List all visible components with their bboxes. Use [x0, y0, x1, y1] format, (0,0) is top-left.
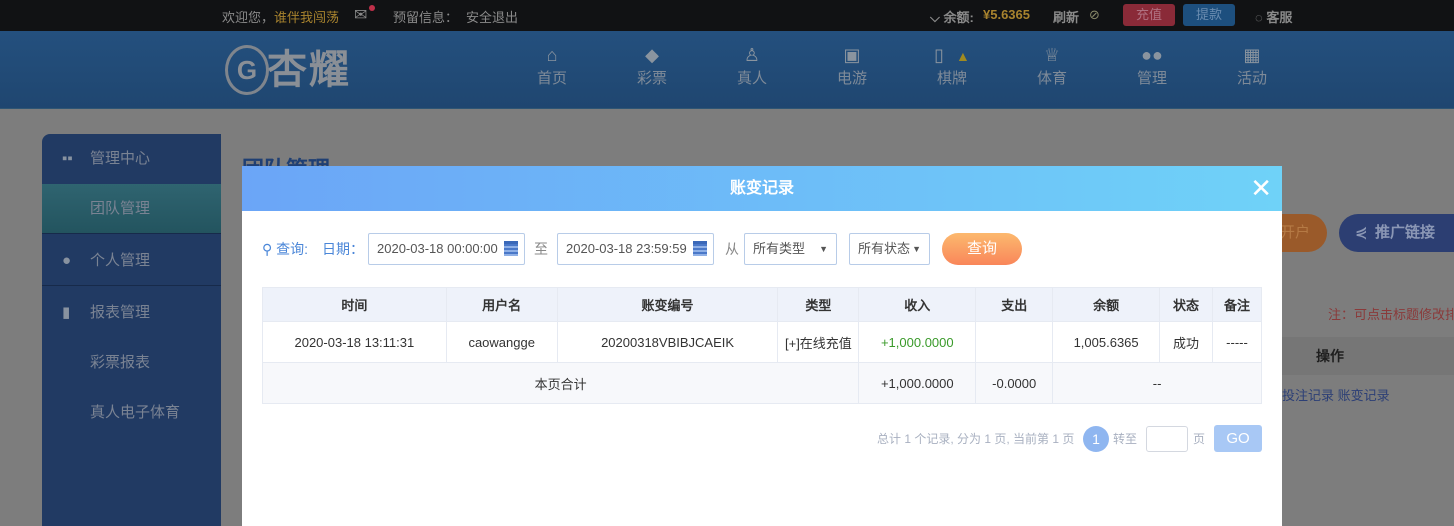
users-icon: ▪▪: [62, 150, 73, 167]
nav-promo[interactable]: ▦ 活动: [1222, 45, 1282, 88]
nav-chess[interactable]: ▯ ▲ 棋牌: [922, 45, 982, 88]
share-icon: ⋞: [1355, 224, 1368, 241]
column-header[interactable]: 备注: [1212, 287, 1262, 322]
eye-off-icon[interactable]: ⊘: [1089, 7, 1100, 23]
table-header-row: 时间 用户名 账变编号 类型 收入 支出 余额 状态 备注: [262, 287, 1262, 322]
balance-value: ¥5.6365: [983, 7, 1030, 22]
column-header[interactable]: 余额: [1052, 287, 1161, 322]
sidebar-item-live-report[interactable]: 真人电子体育: [42, 388, 221, 438]
column-header[interactable]: 收入: [858, 287, 977, 322]
column-header[interactable]: 账变编号: [556, 287, 779, 322]
summary-income: +1,000.0000: [858, 362, 977, 404]
summary-row: 本页合计 +1,000.0000 -0.0000 --: [261, 362, 1262, 404]
summary-expense: -0.0000: [975, 362, 1054, 404]
mahjong-icon: ▯ ▲: [934, 45, 970, 65]
cell-income: +1,000.0000: [858, 321, 977, 363]
nav-manage[interactable]: ●● 管理: [1122, 45, 1182, 88]
refresh-button[interactable]: 刷新: [1053, 7, 1079, 26]
document-icon: ▮: [62, 304, 71, 321]
withdraw-button[interactable]: 提款: [1183, 4, 1235, 26]
chat-icon: ◌: [1255, 10, 1263, 25]
date-from-input[interactable]: 2020-03-18 00:00:00: [368, 233, 525, 265]
cell-username: caowangge: [445, 321, 558, 363]
cell-expense: [975, 321, 1054, 363]
search-icon: ⚲: [262, 241, 273, 257]
home-icon: ⌂: [546, 45, 558, 65]
gift-icon: ▦: [1243, 45, 1261, 65]
page-1-button[interactable]: 1: [1083, 426, 1109, 452]
calendar-icon: [504, 241, 518, 256]
cell-change-id: 20200318VBIBJCAEIK: [556, 321, 779, 363]
user-icon: ●: [62, 252, 72, 269]
main-nav: G 杏耀 ⌂ 首页 ◆ 彩票 ♙ 真人 ▣ 电游 ▯ ▲ 棋牌 ♕ 体育 ●● 管理 ▦ 活动: [0, 31, 1454, 109]
operation-links[interactable]: 投注记录 账变记录: [1282, 385, 1390, 404]
cell-remark: -----: [1212, 321, 1262, 363]
modal-header: 账变记录 ✕: [242, 166, 1282, 211]
query-label: ⚲ 查询:: [262, 241, 309, 257]
date-label: 日期：: [322, 241, 364, 257]
account-change-table: 时间 用户名 账变编号 类型 收入 支出 余额 状态 备注 2020-03-18…: [261, 287, 1262, 404]
status-select[interactable]: 所有状态 ▼: [849, 233, 930, 265]
nav-sports[interactable]: ♕ 体育: [1022, 45, 1082, 88]
sidebar-item-lottery-report[interactable]: 彩票报表: [42, 338, 221, 388]
nav-live[interactable]: ♙ 真人: [722, 45, 782, 88]
calendar-icon: [693, 241, 707, 256]
go-button[interactable]: GO: [1214, 425, 1262, 452]
dropdown-arrow-icon: ▼: [912, 244, 921, 254]
type-select[interactable]: 所有类型 ▼: [744, 233, 837, 265]
goto-label: 转至: [1113, 432, 1138, 446]
cell-balance: 1,005.6365: [1052, 321, 1161, 363]
top-bar: 欢迎您，谁伴我闯荡 ✉ 预留信息： 安全退出 ⌵ 余额: ¥5.6365 刷新 …: [0, 0, 1454, 31]
balance-label[interactable]: ⌵ 余额:: [930, 7, 974, 26]
logo[interactable]: G 杏耀: [225, 39, 370, 101]
nav-slots[interactable]: ▣ 电游: [822, 45, 882, 88]
sidebar-item-personal[interactable]: ● 个人管理: [42, 236, 221, 286]
users-icon: ●●: [1141, 45, 1163, 65]
crown-crest-icon: G: [225, 45, 269, 95]
cell-time: 2020-03-18 13:11:31: [262, 321, 447, 363]
sidebar-item-management-center[interactable]: ▪▪ 管理中心: [42, 134, 221, 184]
close-icon[interactable]: ✕: [1250, 166, 1272, 211]
to-label: 至: [534, 241, 548, 257]
column-header[interactable]: 类型: [777, 287, 860, 322]
sort-note: 注：可点击标题修改排序: [1328, 307, 1454, 322]
sidebar-item-team-management[interactable]: 团队管理: [42, 184, 221, 234]
cell-status: 成功: [1159, 321, 1213, 363]
column-header[interactable]: 状态: [1159, 287, 1213, 322]
from-label: 从: [725, 241, 739, 257]
sidebar: ▪▪ 管理中心 团队管理 ● 个人管理 ▮ 报表管理 彩票报表 真人电子体育: [42, 134, 221, 526]
deposit-button[interactable]: 充值: [1123, 4, 1175, 26]
welcome-text: 欢迎您，谁伴我闯荡: [222, 10, 340, 25]
page-input[interactable]: [1146, 426, 1188, 452]
pager-info: 总计 1 个记录, 分为 1 页, 当前第 1 页: [877, 432, 1075, 446]
cell-type: [+]在线充值: [777, 321, 860, 363]
support-button[interactable]: ◌ 客服: [1255, 7, 1292, 26]
summary-label: 本页合计: [261, 362, 860, 404]
modal-title: 账变记录: [729, 180, 794, 197]
column-header[interactable]: 用户名: [445, 287, 558, 322]
slot-icon: ▣: [843, 45, 861, 65]
table-row: 2020-03-18 13:11:31 caowangge 20200318VB…: [262, 321, 1262, 363]
date-to-input[interactable]: 2020-03-18 23:59:59: [557, 233, 714, 265]
query-button[interactable]: 查询: [942, 233, 1022, 265]
mail-icon[interactable]: ✉: [354, 5, 375, 25]
logout-link[interactable]: 安全退出: [466, 7, 518, 26]
column-header[interactable]: 支出: [975, 287, 1054, 322]
username[interactable]: 谁伴我闯荡: [274, 10, 339, 25]
page-unit-label: 页: [1193, 432, 1206, 446]
nav-lottery[interactable]: ◆ 彩票: [622, 45, 682, 88]
live-icon: ♙: [743, 45, 761, 65]
lottery-icon: ◆: [645, 45, 659, 65]
reserved-info: 预留信息：: [393, 10, 459, 25]
sidebar-item-reports[interactable]: ▮ 报表管理: [42, 288, 221, 338]
trophy-icon: ♕: [1043, 45, 1061, 65]
operation-header: 操作: [1282, 337, 1454, 375]
account-change-modal: 账变记录 ✕ ⚲ 查询: 日期： 2020-03-18 00:00:00 至 20…: [242, 166, 1282, 526]
promo-link-button[interactable]: ⋞ 推广链接: [1339, 214, 1454, 252]
hot-flame-icon: ▲: [956, 48, 970, 64]
column-header[interactable]: 时间: [262, 287, 447, 322]
summary-balance: --: [1052, 362, 1262, 404]
nav-home[interactable]: ⌂ 首页: [522, 45, 582, 88]
dropdown-arrow-icon: ▼: [819, 244, 828, 254]
